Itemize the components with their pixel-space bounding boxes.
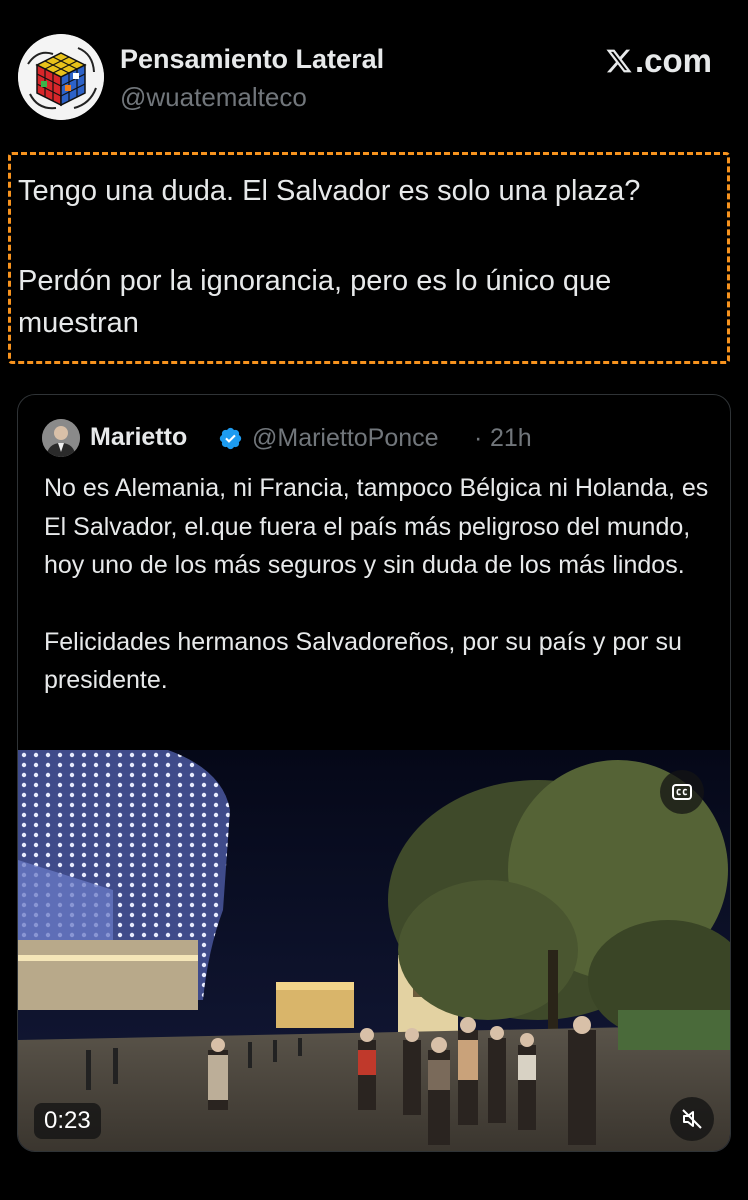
- author-avatar[interactable]: [18, 34, 104, 120]
- video-duration: 0:23: [34, 1103, 101, 1139]
- video-player[interactable]: 0:23: [18, 750, 730, 1151]
- quote-timestamp[interactable]: 21h: [490, 424, 532, 453]
- quote-text: No es Alemania, ni Francia, tampoco Bélg…: [44, 469, 714, 700]
- closed-captions-icon: [672, 784, 692, 800]
- brand-logo: .com: [605, 42, 712, 80]
- quoted-tweet-card[interactable]: Marietto @MariettoPonce · 21h No es Alem…: [17, 394, 731, 1152]
- tweet-text-line2: Perdón por la ignorancia, pero es lo úni…: [18, 265, 612, 339]
- tweet-text: Tengo una duda. El Salvador es solo una …: [18, 170, 734, 344]
- muted-speaker-icon: [682, 1109, 702, 1129]
- tweet-text-line1: Tengo una duda. El Salvador es solo una …: [18, 175, 641, 207]
- quote-paragraph-1: No es Alemania, ni Francia, tampoco Bélg…: [44, 474, 709, 579]
- author-handle[interactable]: @wuatemalteco: [120, 82, 307, 113]
- quote-author-handle[interactable]: @MariettoPonce: [252, 424, 439, 453]
- video-thumbnail: [18, 750, 730, 1151]
- quote-author-avatar[interactable]: [42, 419, 80, 457]
- person-avatar-icon: [42, 419, 80, 457]
- brand-label: .com: [634, 42, 712, 79]
- quote-paragraph-2: Felicidades hermanos Salvadoreños, por s…: [44, 627, 682, 695]
- verified-badge-icon: [219, 427, 242, 450]
- tweet-header: Pensamiento Lateral @wuatemalteco .com: [0, 0, 748, 140]
- quote-author-name[interactable]: Marietto: [90, 423, 187, 452]
- meta-separator: ·: [474, 424, 483, 452]
- author-name[interactable]: Pensamiento Lateral: [120, 44, 384, 75]
- x-logo-icon: [606, 49, 632, 73]
- captions-button[interactable]: [660, 770, 704, 814]
- mute-button[interactable]: [670, 1097, 714, 1141]
- rubiks-cube-icon: [18, 34, 104, 120]
